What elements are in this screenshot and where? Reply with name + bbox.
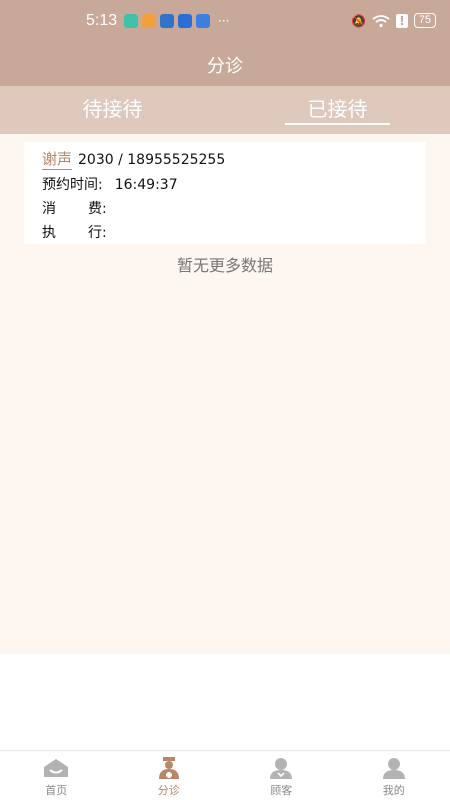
status-notification-icons: ··· <box>124 14 229 28</box>
alert-icon: ! <box>396 13 408 28</box>
status-time: 5:13 <box>86 12 118 29</box>
app-notification-icon <box>178 14 192 28</box>
execute-row: 执 行: <box>42 222 107 242</box>
customer-icon <box>270 758 292 779</box>
no-more-data-text: 暂无更多数据 <box>176 256 273 275</box>
nav-profile-label: 我的 <box>382 784 405 797</box>
card-title-row: 谢声 2030 / 18955525255 <box>42 148 226 170</box>
nav-triage[interactable]: 分诊 <box>113 751 226 800</box>
execute-label-a: 执 <box>42 225 56 241</box>
nav-triage-label: 分诊 <box>157 784 180 797</box>
tab-bar: 待接待 已接待 <box>0 86 450 134</box>
app-notification-icon <box>196 14 210 28</box>
battery-icon: 75 <box>413 13 436 28</box>
nav-customer[interactable]: 顾客 <box>225 751 338 800</box>
page-title: 分诊 <box>207 56 243 77</box>
customer-name[interactable]: 谢声 <box>42 150 73 170</box>
appointment-time: 16:49:37 <box>114 177 178 193</box>
consume-label-b: 费: <box>88 201 107 217</box>
wifi-icon <box>372 14 390 27</box>
profile-icon <box>382 758 405 779</box>
list-item[interactable]: 谢声 2030 / 18955525255 预约时间: 16:49:37 消 费: 执… <box>24 142 426 244</box>
nav-home-label: 首页 <box>45 784 68 797</box>
app-notification-icon <box>124 14 138 28</box>
appointment-label: 预约时间: <box>42 177 103 193</box>
home-icon <box>44 759 68 777</box>
app-notification-icon <box>142 14 156 28</box>
nav-profile[interactable]: 我的 <box>338 751 450 800</box>
more-notifications-icon: ··· <box>218 14 230 28</box>
mute-icon: 🔕 <box>351 13 367 28</box>
app-notification-icon <box>160 14 174 28</box>
tab-received[interactable]: 已接待 <box>225 86 450 134</box>
appointment-row: 预约时间: 16:49:37 <box>42 174 178 194</box>
id-phone: 2030 / 18955525255 <box>78 152 226 168</box>
execute-label-b: 行: <box>88 225 107 241</box>
bottom-nav: 首页 分诊 顾客 我的 <box>0 750 450 800</box>
tab-pending[interactable]: 待接待 <box>0 86 225 134</box>
triage-icon <box>158 757 179 779</box>
list-content: 谢声 2030 / 18955525255 预约时间: 16:49:37 消 费: 执… <box>0 134 450 654</box>
app-header: 分诊 <box>0 44 450 86</box>
nav-customer-label: 顾客 <box>270 784 293 797</box>
consume-label-a: 消 <box>42 201 56 217</box>
status-bar: 5:13 ··· 🔕 ! 75 <box>0 0 450 44</box>
nav-home[interactable]: 首页 <box>0 751 113 800</box>
consume-row: 消 费: <box>42 198 107 218</box>
status-right: 🔕 ! 75 <box>351 13 436 28</box>
